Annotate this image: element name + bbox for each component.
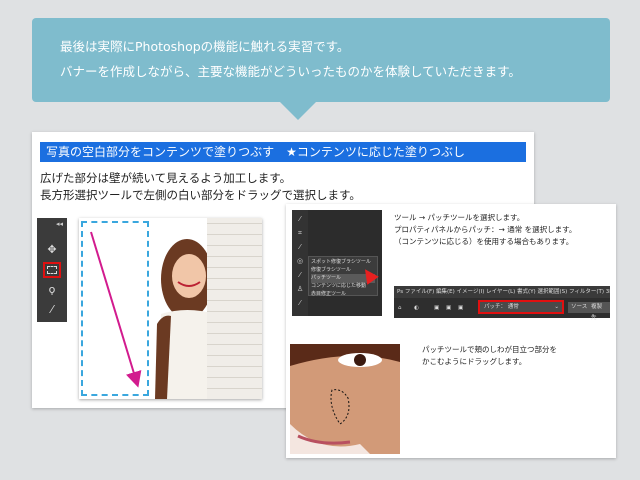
tools-panel: ◂◂ ✥ ϙ ⁄	[37, 218, 67, 322]
description-line-2: 長方形選択ツールで左側の白い部分をドラッグで選択します。	[40, 188, 361, 202]
crop-tool-icon[interactable]: ⌗	[295, 228, 305, 238]
patch-instructions: ツール → パッチツールを選択します。 プロパティパネルからパッチ：→ 通常 を…	[394, 212, 576, 248]
patch-label: パッチ：	[484, 304, 507, 310]
face-closeup-photo	[290, 344, 400, 454]
tool-column: ⁄ ⌗ ⁄ ◎ ⁄ ♙ ⁄	[292, 210, 308, 316]
instruction-line-3: （コンテンツに応じる）を使用する場合もあります。	[394, 237, 574, 246]
tool-preset-icon[interactable]: ◐	[414, 300, 419, 316]
healing-brush-icon[interactable]: ◎	[295, 256, 305, 266]
brush-icon[interactable]: ⁄	[295, 214, 305, 224]
face-image	[290, 344, 400, 454]
slide-patch-tool: ⁄ ⌗ ⁄ ◎ ⁄ ♙ ⁄ スポット修復ブラシツール 修復ブラシツール パッチツ…	[286, 204, 616, 458]
tools-panel-patch: ⁄ ⌗ ⁄ ◎ ⁄ ♙ ⁄ スポット修復ブラシツール 修復ブラシツール パッチツ…	[292, 210, 382, 316]
instruction-line-2: プロパティパネルからパッチ：→ 通常 を選択します。	[394, 225, 577, 234]
intro-speech-bubble: 最後は実際にPhotoshopの機能に触れる実習です。 バナーを作成しながら、主…	[32, 18, 610, 120]
selection-subtract-icon[interactable]: ▣	[458, 300, 463, 316]
description-line-1: 広げた部分は壁が続いて見えるよう加工します。	[40, 171, 292, 185]
menu-bar[interactable]: Ps ファイル(F) 編集(E) イメージ(I) レイヤー(L) 書式(Y) 選…	[394, 286, 610, 298]
drag-line-2: かこむようにドラッグします。	[422, 357, 527, 366]
brush-tool-icon[interactable]: ⁄	[295, 270, 305, 280]
instruction-line-1: ツール → パッチツールを選択します。	[394, 213, 525, 222]
options-bar: Ps ファイル(F) 編集(E) イメージ(I) レイヤー(L) 書式(Y) 選…	[394, 286, 610, 321]
eyedropper-icon[interactable]: ⁄	[295, 242, 305, 252]
move-tool-icon[interactable]: ✥	[43, 242, 61, 258]
drag-line-1: パッチツールで頬のしわが目立つ部分を	[422, 345, 557, 354]
chevron-down-icon: ⌄	[554, 304, 559, 310]
source-button[interactable]: ソース	[568, 302, 591, 313]
flyout-item-red-eye[interactable]: 赤目修正ツール	[311, 290, 375, 299]
intro-line-2: バナーを作成しながら、主要な機能がどういったものかを体験していただきます。	[60, 64, 521, 79]
collapse-icon[interactable]: ◂◂	[56, 220, 63, 228]
lasso-tool-icon[interactable]: ϙ	[43, 282, 61, 298]
history-brush-icon[interactable]: ⁄	[295, 298, 305, 308]
drag-arrow	[90, 231, 142, 388]
patch-value: 通常	[507, 304, 519, 310]
destination-button[interactable]: 複製先	[588, 302, 610, 321]
intro-line-1: 最後は実際にPhotoshopの機能に触れる実習です。	[60, 39, 350, 54]
portrait-photo	[79, 218, 262, 399]
bubble-tail	[280, 102, 316, 120]
slide-description: 広げた部分は壁が続いて見えるよう加工します。 長方形選択ツールで左側の白い部分を…	[40, 170, 361, 204]
patch-mode-select[interactable]: パッチ： 通常 ⌄	[478, 300, 564, 314]
selection-mode-icon[interactable]: ▣	[434, 300, 439, 316]
home-icon[interactable]: ⌂	[398, 300, 402, 316]
patch-drag-instructions: パッチツールで頬のしわが目立つ部分を かこむようにドラッグします。	[422, 344, 557, 368]
slide-heading: 写真の空白部分をコンテンツで塗りつぶす ★コンテンツに応じた塗りつぶし	[40, 142, 526, 162]
magic-wand-tool-icon[interactable]: ⁄	[43, 302, 61, 318]
stamp-tool-icon[interactable]: ♙	[295, 284, 305, 294]
rectangular-marquee-tool-icon[interactable]	[43, 262, 61, 278]
selection-add-icon[interactable]: ▣	[446, 300, 451, 316]
